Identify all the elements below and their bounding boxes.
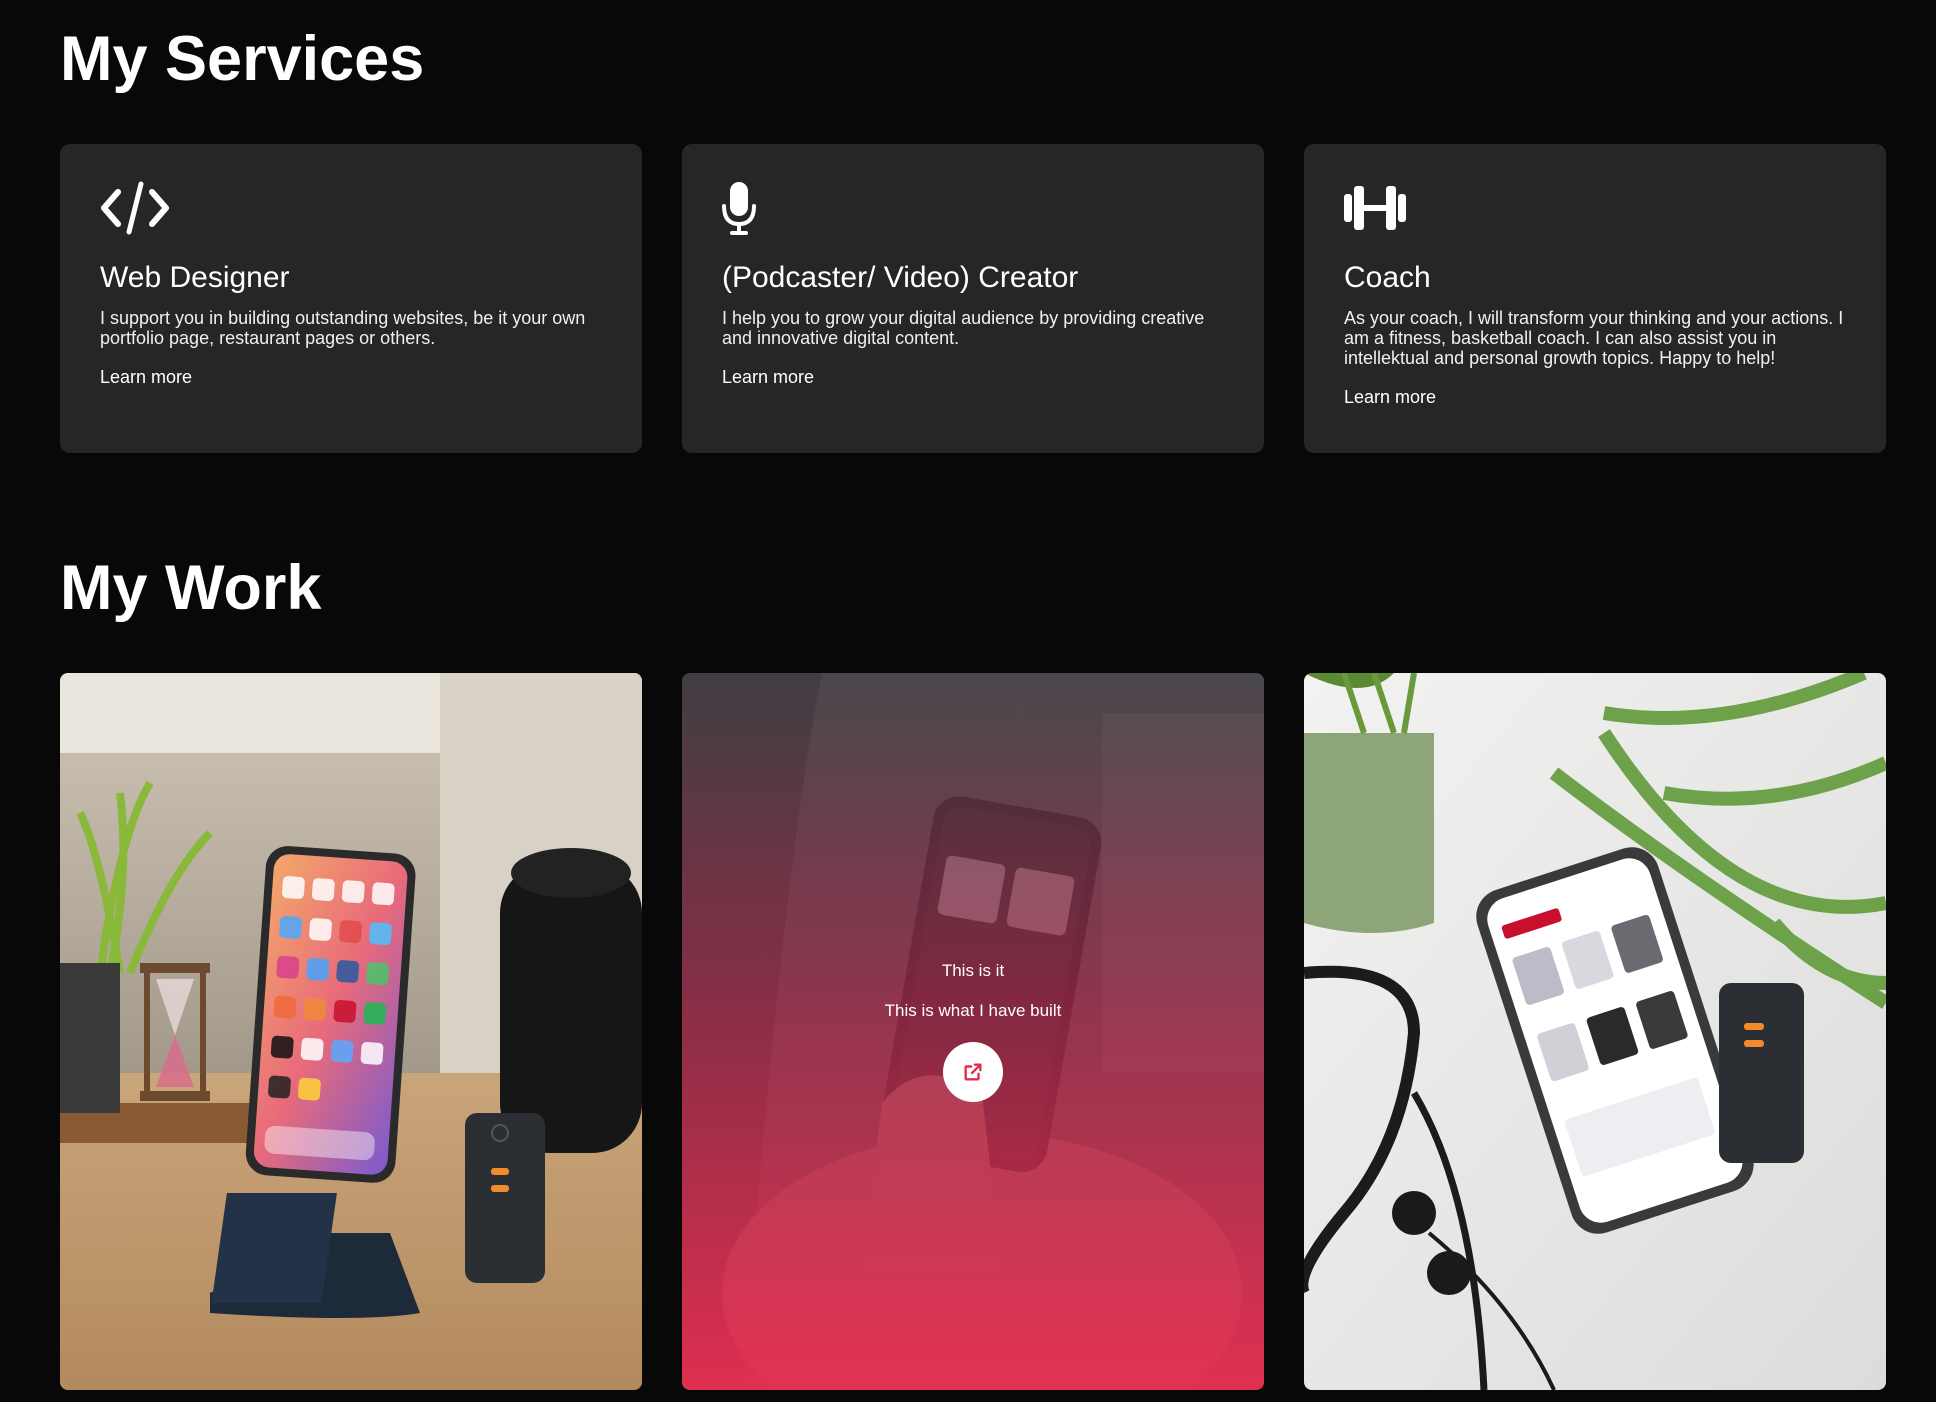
open-project-button[interactable] [943, 1042, 1003, 1102]
service-title: (Podcaster/ Video) Creator [722, 261, 1079, 294]
portfolio-page: My Services Web Designer I support you i… [0, 0, 1936, 1402]
phone-store-app-photo [1304, 673, 1886, 1390]
microphone-icon [722, 180, 792, 236]
work-item-phone-stand[interactable] [60, 673, 642, 1390]
work-item-music-app[interactable]: This is it This is what I have built [682, 673, 1264, 1390]
learn-more-link[interactable]: Learn more [722, 367, 814, 387]
learn-more-link[interactable]: Learn more [100, 367, 192, 387]
service-description: I help you to grow your digital audience… [722, 308, 1205, 348]
phone-on-stand-photo [60, 673, 642, 1390]
overlay-title: This is it [941, 961, 1005, 980]
services-heading: My Services [60, 24, 425, 94]
service-card-creator: (Podcaster/ Video) Creator I help you to… [682, 144, 1264, 453]
service-description: I support you in building outstanding we… [100, 308, 586, 348]
service-description: As your coach, I will transform your thi… [1344, 308, 1844, 368]
overlay-subtitle: This is what I have built [884, 1001, 1062, 1020]
service-card-web-designer: Web Designer I support you in building o… [60, 144, 642, 453]
work-heading: My Work [60, 553, 322, 623]
hover-overlay [682, 673, 1264, 1390]
service-title: Coach [1344, 261, 1431, 294]
work-item-store-app[interactable] [1304, 673, 1886, 1390]
learn-more-link[interactable]: Learn more [1344, 387, 1436, 407]
code-icon [100, 180, 170, 236]
work-gallery: This is it This is what I have built [60, 673, 1886, 1390]
service-card-coach: Coach As your coach, I will transform yo… [1304, 144, 1886, 453]
dumbbell-icon [1344, 180, 1414, 236]
services-grid: Web Designer I support you in building o… [60, 144, 1886, 453]
service-title: Web Designer [100, 261, 290, 294]
external-link-icon [962, 1061, 984, 1083]
